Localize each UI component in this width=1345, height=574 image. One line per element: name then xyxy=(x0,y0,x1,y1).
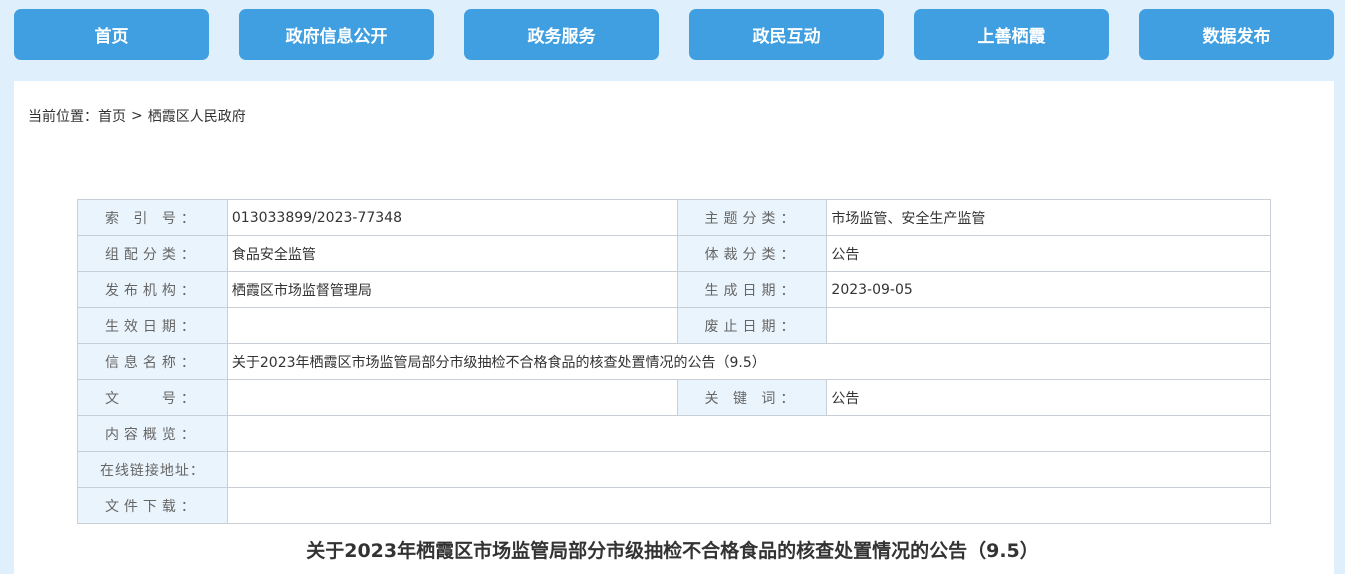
effective-date-value xyxy=(226,307,678,344)
breadcrumb-current-link[interactable]: 栖霞区人民政府 xyxy=(148,106,246,126)
topic-label: 主题分类： xyxy=(676,199,828,236)
table-row: 在线链接地址： xyxy=(77,451,1272,488)
nav-gov-info-public[interactable]: 政府信息公开 xyxy=(239,9,434,60)
effective-date-label: 生效日期： xyxy=(77,307,228,344)
index-value: 013033899/2023-77348 xyxy=(226,199,678,236)
table-row: 文 号： 关 键 词： 公告 xyxy=(77,379,1271,416)
online-link-label: 在线链接地址： xyxy=(77,451,228,488)
publisher-value: 栖霞区市场监督管理局 xyxy=(226,271,678,308)
created-date-value: 2023-09-05 xyxy=(826,271,1271,308)
breadcrumb-home-link[interactable]: 首页 xyxy=(98,106,126,126)
expire-date-value xyxy=(826,307,1271,344)
summary-value xyxy=(226,415,1272,452)
topic-value: 市场监管、安全生产监管 xyxy=(826,199,1271,236)
top-nav: 首页 政府信息公开 政务服务 政民互动 上善栖霞 数据发布 xyxy=(0,0,1345,75)
table-row: 组配分类： 食品安全监管 体裁分类： 公告 xyxy=(77,235,1271,272)
file-download-value[interactable] xyxy=(226,487,1272,524)
table-row: 内容概览： xyxy=(77,415,1272,452)
breadcrumb-separator: > xyxy=(131,108,143,124)
table-row: 生效日期： 废止日期： xyxy=(77,307,1271,344)
org-class-label: 组配分类： xyxy=(77,235,228,272)
document-title: 关于2023年栖霞区市场监管局部分市级抽检不合格食品的核查处置情况的公告（9.5… xyxy=(306,540,1039,562)
keyword-value: 公告 xyxy=(826,379,1271,416)
nav-shangshan-qixia[interactable]: 上善栖霞 xyxy=(914,9,1109,60)
summary-label: 内容概览： xyxy=(77,415,228,452)
breadcrumb-prefix: 当前位置： xyxy=(28,109,98,125)
doc-number-label: 文 号： xyxy=(77,379,228,416)
expire-date-label: 废止日期： xyxy=(676,307,828,344)
file-download-label: 文件下载： xyxy=(77,487,228,524)
table-row: 发布机构： 栖霞区市场监督管理局 生成日期： 2023-09-05 xyxy=(77,271,1271,308)
publisher-label: 发布机构： xyxy=(77,271,228,308)
table-row: 索 引 号： 013033899/2023-77348 主题分类： 市场监管、安… xyxy=(77,199,1271,236)
nav-interaction[interactable]: 政民互动 xyxy=(689,9,884,60)
metadata-table: 索 引 号： 013033899/2023-77348 主题分类： 市场监管、安… xyxy=(77,199,1272,524)
nav-data-release[interactable]: 数据发布 xyxy=(1139,9,1334,60)
online-link-value[interactable] xyxy=(226,451,1272,488)
keyword-label: 关 键 词： xyxy=(676,379,828,416)
table-row: 信息名称： 关于2023年栖霞区市场监管局部分市级抽检不合格食品的核查处置情况的… xyxy=(77,343,1272,380)
doc-number-value xyxy=(226,379,678,416)
info-name-value: 关于2023年栖霞区市场监管局部分市级抽检不合格食品的核查处置情况的公告（9.5… xyxy=(226,343,1272,380)
genre-label: 体裁分类： xyxy=(676,235,828,272)
breadcrumb: 当前位置： 首页 > 栖霞区人民政府 xyxy=(28,106,246,126)
info-name-label: 信息名称： xyxy=(77,343,228,380)
created-date-label: 生成日期： xyxy=(676,271,828,308)
index-label: 索 引 号： xyxy=(77,199,228,236)
org-class-value: 食品安全监管 xyxy=(226,235,678,272)
nav-gov-services[interactable]: 政务服务 xyxy=(464,9,659,60)
genre-value: 公告 xyxy=(826,235,1271,272)
nav-home[interactable]: 首页 xyxy=(14,9,209,60)
table-row: 文件下载： xyxy=(77,487,1272,524)
